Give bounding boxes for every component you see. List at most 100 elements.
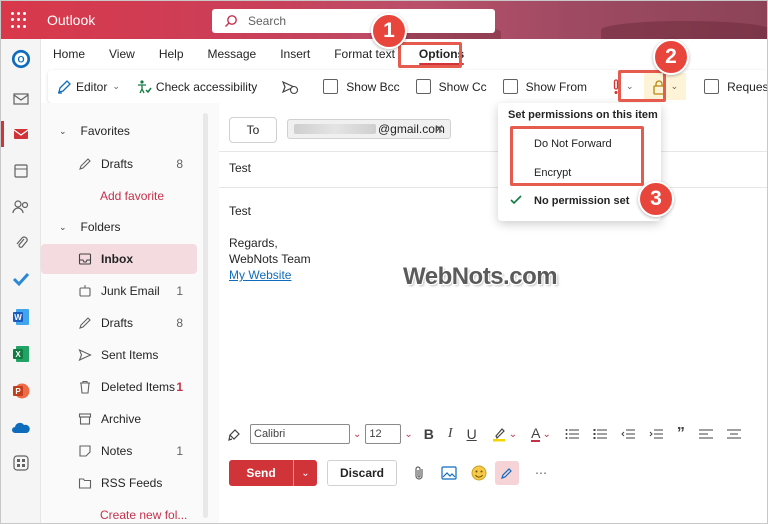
discard-button[interactable]: Discard bbox=[327, 460, 397, 486]
font-size-select[interactable]: 12 bbox=[365, 424, 402, 444]
folder-pane-scrollbar[interactable] bbox=[203, 113, 208, 518]
menu-item-no-permission[interactable]: No permission set bbox=[534, 195, 629, 207]
emoji-icon[interactable] bbox=[471, 465, 487, 481]
chevron-down-icon: ⌄ bbox=[59, 221, 67, 232]
check-accessibility-button[interactable]: Check accessibility bbox=[128, 70, 265, 103]
show-bcc-checkbox[interactable] bbox=[323, 79, 339, 94]
quote-icon[interactable]: ” bbox=[677, 425, 685, 443]
folder-inbox[interactable]: Inbox bbox=[41, 244, 197, 274]
body-line: WebNots Team bbox=[229, 252, 311, 266]
folder-sent-items[interactable]: Sent Items bbox=[41, 340, 197, 370]
outlook-logo-icon[interactable]: O bbox=[11, 49, 31, 69]
create-new-folder-link[interactable]: Create new fol... bbox=[41, 500, 197, 523]
bold-icon[interactable]: B bbox=[424, 426, 434, 442]
favorites-header[interactable]: ⌄ Favorites bbox=[41, 117, 219, 145]
chevron-down-icon: ⌄ bbox=[59, 125, 67, 136]
new-mail-icon[interactable] bbox=[11, 89, 31, 109]
accessibility-icon bbox=[137, 79, 152, 93]
request-delivery-toggle[interactable]: Request deliv bbox=[696, 70, 767, 103]
add-favorite-link[interactable]: Add favorite bbox=[41, 181, 197, 211]
attach-file-icon[interactable] bbox=[411, 465, 427, 481]
search-box[interactable]: Search bbox=[212, 9, 495, 33]
italic-icon[interactable]: I bbox=[448, 426, 453, 442]
powerpoint-icon[interactable]: P bbox=[11, 381, 31, 401]
show-cc-toggle[interactable]: Show Cc bbox=[408, 70, 495, 103]
attachment-icon[interactable] bbox=[11, 233, 31, 253]
folder-icon bbox=[77, 475, 93, 491]
folder-notes[interactable]: Notes 1 bbox=[41, 436, 197, 466]
step-badge-2: 2 bbox=[653, 39, 689, 75]
show-from-label: Show From bbox=[525, 79, 588, 94]
divider bbox=[219, 151, 767, 152]
folder-archive[interactable]: Archive bbox=[41, 404, 197, 434]
increase-indent-icon[interactable] bbox=[649, 428, 663, 440]
decrease-indent-icon[interactable] bbox=[621, 428, 635, 440]
request-delivery-checkbox[interactable] bbox=[704, 79, 720, 94]
folder-label: Inbox bbox=[101, 252, 133, 266]
font-select[interactable]: Calibri bbox=[250, 424, 350, 444]
folder-rss-feeds[interactable]: RSS Feeds bbox=[41, 468, 197, 498]
align-center-icon[interactable] bbox=[726, 428, 741, 440]
tab-message[interactable]: Message bbox=[196, 39, 269, 69]
folder-deleted-items[interactable]: Deleted Items 1 bbox=[41, 372, 197, 402]
folder-label: Deleted Items bbox=[101, 380, 176, 394]
editor-pen-icon[interactable] bbox=[495, 461, 519, 485]
remove-recipient-icon[interactable]: ✕ bbox=[434, 122, 444, 136]
show-bcc-toggle[interactable]: Show Bcc bbox=[315, 70, 407, 103]
to-button[interactable]: To bbox=[229, 117, 277, 143]
send-bar: Send ⌄ Discard ⋯ bbox=[229, 459, 767, 487]
numbered-list-icon[interactable] bbox=[593, 428, 607, 440]
insert-picture-icon[interactable] bbox=[441, 465, 457, 481]
highlight-icon[interactable]: ⌄ bbox=[491, 426, 517, 442]
editor-button[interactable]: Editor ⌄ bbox=[48, 70, 128, 103]
calendar-icon[interactable] bbox=[11, 161, 31, 181]
font-color-icon[interactable]: A ⌄ bbox=[531, 426, 551, 442]
website-link[interactable]: My Website bbox=[229, 268, 291, 282]
align-left-icon[interactable] bbox=[698, 428, 713, 440]
folder-drafts-favorite[interactable]: Drafts 8 bbox=[41, 149, 197, 179]
folders-header[interactable]: ⌄ Folders bbox=[41, 213, 219, 241]
onedrive-icon[interactable] bbox=[11, 418, 31, 438]
chevron-down-icon: ⌄ bbox=[112, 81, 120, 91]
send-options-chevron-icon[interactable]: ⌄ bbox=[293, 460, 317, 486]
format-toolbar: Calibri ⌄ 12 ⌄ B I U ⌄ A ⌄ ” bbox=[219, 420, 767, 448]
underline-icon[interactable]: U bbox=[467, 426, 477, 442]
delay-send-button[interactable] bbox=[273, 70, 307, 103]
tab-insert[interactable]: Insert bbox=[268, 39, 322, 69]
app-launcher-icon[interactable] bbox=[11, 12, 27, 28]
check-accessibility-label: Check accessibility bbox=[155, 79, 258, 94]
bullet-list-icon[interactable] bbox=[565, 428, 579, 440]
svg-text:W: W bbox=[14, 313, 22, 322]
tab-help[interactable]: Help bbox=[147, 39, 196, 69]
folder-drafts[interactable]: Drafts 8 bbox=[41, 308, 197, 338]
todo-icon[interactable] bbox=[11, 269, 31, 289]
chevron-down-icon[interactable]: ⌄ bbox=[404, 429, 412, 440]
more-options-icon[interactable]: ⋯ bbox=[533, 465, 549, 481]
word-icon[interactable]: W bbox=[11, 307, 31, 327]
format-painter-icon[interactable] bbox=[227, 426, 243, 442]
search-placeholder: Search bbox=[248, 14, 287, 28]
body-line: Test bbox=[229, 204, 252, 218]
recipient-chip[interactable]: @gmail.com ✕ bbox=[287, 119, 451, 139]
people-icon[interactable] bbox=[11, 197, 31, 217]
excel-icon[interactable]: X bbox=[11, 344, 31, 364]
permissions-header: Set permissions on this item bbox=[508, 109, 658, 121]
mail-icon[interactable] bbox=[11, 124, 31, 144]
send-button[interactable]: Send bbox=[229, 460, 293, 486]
trash-icon bbox=[77, 379, 93, 395]
chevron-down-icon[interactable]: ⌄ bbox=[353, 429, 361, 440]
tab-home[interactable]: Home bbox=[41, 39, 97, 69]
message-body[interactable]: Test Regards, WebNots Team My Website bbox=[229, 203, 311, 283]
send-clock-icon bbox=[282, 80, 299, 94]
drafts-icon bbox=[77, 315, 93, 331]
subject-field[interactable]: Test bbox=[229, 161, 251, 175]
show-from-toggle[interactable]: Show From bbox=[495, 70, 595, 103]
editor-label: Editor bbox=[76, 79, 108, 94]
outlook-window: Outlook Search O W X P Home View Help Me… bbox=[0, 0, 768, 524]
more-apps-icon[interactable] bbox=[11, 453, 31, 473]
tab-view[interactable]: View bbox=[97, 39, 147, 69]
folder-junk-email[interactable]: Junk Email 1 bbox=[41, 276, 197, 306]
folder-count: 8 bbox=[176, 316, 183, 330]
show-cc-checkbox[interactable] bbox=[415, 79, 431, 94]
show-from-checkbox[interactable] bbox=[502, 79, 518, 94]
